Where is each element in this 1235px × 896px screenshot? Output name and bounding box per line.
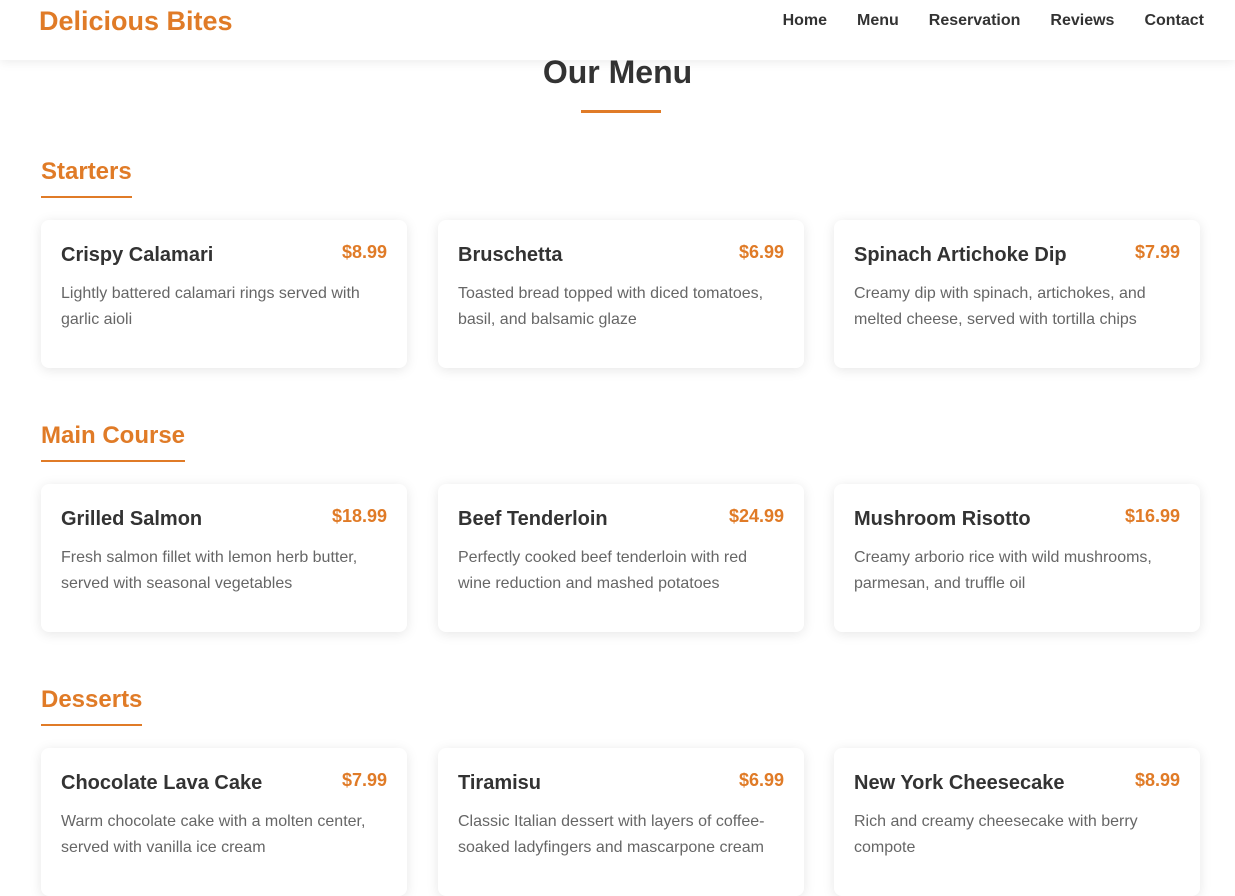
menu-item-name: Spinach Artichoke Dip	[854, 244, 1067, 266]
menu-item-description: Perfectly cooked beef tenderloin with re…	[458, 549, 748, 592]
menu-item-price: $16.99	[1124, 506, 1180, 526]
menu-card: Bruschetta $6.99 Toasted bread topped wi…	[438, 220, 804, 368]
title-underline	[581, 110, 661, 113]
menu-card: Spinach Artichoke Dip $7.99 Creamy dip w…	[834, 220, 1200, 368]
nav-link-contact[interactable]: Contact	[1144, 12, 1204, 30]
menu-card: Crispy Calamari $8.99 Lightly battered c…	[41, 220, 407, 368]
menu-item-price: $8.99	[1134, 770, 1180, 790]
menu-card: Mushroom Risotto $16.99 Creamy arborio r…	[834, 484, 1200, 632]
menu-item-price: $6.99	[738, 242, 784, 262]
menu-item-price: $7.99	[341, 770, 387, 790]
menu-item-description: Creamy arborio rice with wild mushrooms,…	[854, 549, 1152, 592]
menu-item-price: $7.99	[1134, 242, 1180, 262]
menu-item-name: Crispy Calamari	[61, 244, 214, 266]
menu-item-name: Chocolate Lava Cake	[61, 772, 263, 794]
menu-item-price: $18.99	[331, 506, 387, 526]
menu-item-name: Tiramisu	[458, 772, 541, 794]
menu-card: New York Cheesecake $8.99 Rich and cream…	[834, 748, 1200, 896]
nav-link-reservation[interactable]: Reservation	[929, 12, 1021, 30]
menu-item-name: Grilled Salmon	[61, 508, 203, 530]
menu-item-description: Classic Italian dessert with layers of c…	[458, 813, 765, 856]
menu-item-description: Creamy dip with spinach, artichokes, and…	[854, 285, 1146, 328]
menu-item-price: $24.99	[728, 506, 784, 526]
menu-card: Beef Tenderloin $24.99 Perfectly cooked …	[438, 484, 804, 632]
menu-card: Chocolate Lava Cake $7.99 Warm chocolate…	[41, 748, 407, 896]
section-title-main-course: Main Course	[41, 422, 186, 462]
menu-item-name: New York Cheesecake	[854, 772, 1065, 794]
nav-link-home[interactable]: Home	[783, 12, 827, 30]
menu-item-name: Beef Tenderloin	[458, 508, 608, 530]
menu-item-description: Rich and creamy cheesecake with berry co…	[854, 813, 1138, 856]
menu-item-description: Warm chocolate cake with a molten center…	[61, 813, 366, 856]
menu-item-price: $6.99	[738, 770, 784, 790]
nav-link-menu[interactable]: Menu	[857, 12, 899, 30]
menu-item-description: Toasted bread topped with diced tomatoes…	[458, 285, 764, 328]
menu-card: Tiramisu $6.99 Classic Italian dessert w…	[438, 748, 804, 896]
section-title-desserts: Desserts	[41, 686, 143, 726]
section-title-starters: Starters	[41, 158, 132, 198]
menu-card: Grilled Salmon $18.99 Fresh salmon fille…	[41, 484, 407, 632]
menu-item-description: Lightly battered calamari rings served w…	[61, 285, 360, 328]
nav-link-reviews[interactable]: Reviews	[1050, 12, 1114, 30]
menu-item-name: Mushroom Risotto	[854, 508, 1031, 530]
brand-logo[interactable]: Delicious Bites	[39, 6, 233, 37]
menu-item-description: Fresh salmon fillet with lemon herb butt…	[61, 549, 358, 592]
menu-item-price: $8.99	[341, 242, 387, 262]
nav-links: Home Menu Reservation Reviews Contact	[753, 12, 1204, 30]
menu-item-name: Bruschetta	[458, 244, 563, 266]
navbar: Delicious Bites Home Menu Reservation Re…	[0, 0, 1235, 60]
